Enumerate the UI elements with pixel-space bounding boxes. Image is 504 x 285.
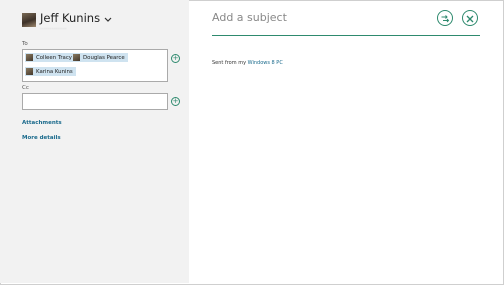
signature-text: Sent from my: [212, 60, 247, 66]
recipient-chip[interactable]: Douglas Pearce: [72, 53, 128, 62]
send-icon: [441, 15, 450, 23]
recipient-name: Colleen Tracy: [36, 54, 72, 61]
sender-name: Jeff Kunins: [40, 11, 101, 25]
add-cc-recipient-button[interactable]: +: [171, 97, 180, 106]
recipient-avatar: [26, 54, 33, 61]
recipient-chip[interactable]: Karina Kunins: [25, 67, 76, 76]
close-icon: [466, 15, 474, 23]
subject-underline: [212, 35, 480, 36]
to-field[interactable]: Colleen Tracy Douglas Pearce Karina Kuni…: [22, 49, 168, 82]
cc-field[interactable]: [22, 93, 168, 110]
recipient-chip[interactable]: Colleen Tracy: [25, 53, 75, 62]
subject-field[interactable]: Add a subject: [212, 11, 287, 24]
recipient-name: Karina Kunins: [36, 68, 73, 75]
message-body[interactable]: Sent from my Windows 8 PC: [212, 60, 283, 66]
left-pane: Jeff Kunins ·············· To Colleen Tr…: [0, 0, 189, 283]
to-label: To: [22, 41, 28, 47]
sender-email: ··············: [40, 26, 67, 33]
recipient-avatar: [73, 54, 80, 61]
avatar: [22, 13, 36, 27]
more-details-link[interactable]: More details: [22, 135, 61, 141]
cc-label: Cc: [22, 85, 29, 91]
send-button[interactable]: [437, 10, 453, 26]
add-to-recipient-button[interactable]: +: [171, 54, 180, 63]
recipient-name: Douglas Pearce: [83, 54, 125, 61]
add-icon: +: [172, 54, 179, 62]
add-icon: +: [172, 97, 179, 105]
attachments-link[interactable]: Attachments: [22, 120, 62, 126]
recipient-avatar: [26, 68, 33, 75]
close-button[interactable]: [462, 10, 478, 26]
signature-link[interactable]: Windows 8 PC: [248, 60, 283, 66]
chevron-down-icon[interactable]: [104, 17, 112, 23]
